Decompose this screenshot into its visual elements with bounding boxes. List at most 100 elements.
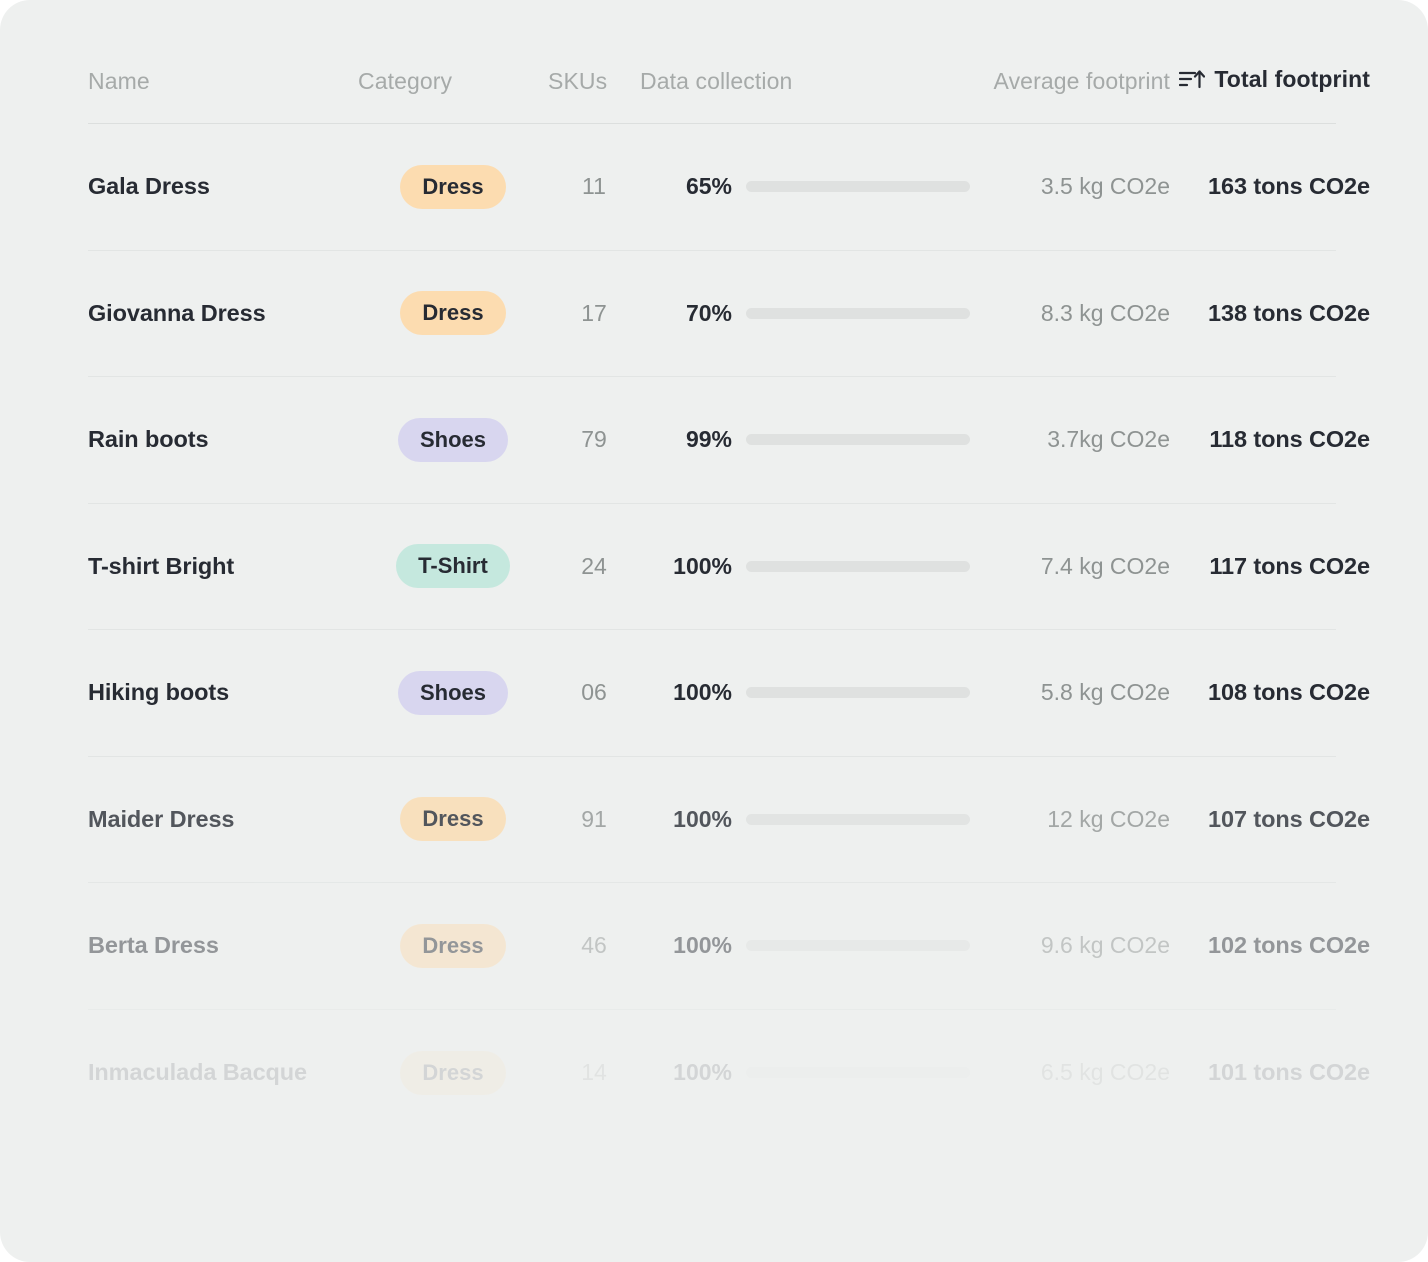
cell-data-collection: 100% [640, 1059, 970, 1086]
category-badge: T-Shirt [396, 544, 510, 589]
cell-total-footprint: 102 tons CO2e [1170, 932, 1370, 959]
cell-skus: 11 [548, 173, 640, 200]
cell-name: Berta Dress [88, 932, 358, 959]
cell-category: Dress [358, 1050, 548, 1095]
cell-data-collection: 100% [640, 679, 970, 706]
cell-category: Dress [358, 797, 548, 842]
product-name: Gala Dress [88, 173, 210, 200]
cell-skus: 91 [548, 806, 640, 833]
table-row[interactable]: Hiking boots Shoes 06 100% 5.8 kg CO2e 108 to… [88, 630, 1370, 757]
cell-category: Dress [358, 923, 548, 968]
table-body: Gala Dress Dress 11 65% 3.5 kg CO2e 163 tons … [88, 124, 1370, 1137]
cell-total-footprint: 117 tons CO2e [1170, 553, 1370, 580]
table-row[interactable]: Gala Dress Dress 11 65% 3.5 kg CO2e 163 tons … [88, 124, 1370, 251]
product-name: Rain boots [88, 426, 209, 453]
data-collection-progress-track [746, 434, 970, 446]
cell-total-footprint: 101 tons CO2e [1170, 1059, 1370, 1086]
average-footprint-value: 6.5 kg CO2e [1040, 1059, 1170, 1086]
category-badge: Shoes [397, 670, 509, 715]
cell-data-collection: 99% [640, 426, 970, 453]
cell-category: Dress [358, 291, 548, 336]
average-footprint-value: 5.8 kg CO2e [1040, 679, 1170, 706]
column-header-average-footprint-label: Average footprint [993, 68, 1170, 94]
category-badge: Dress [400, 164, 506, 209]
category-badge: Dress [400, 1050, 506, 1095]
column-header-category[interactable]: Category [358, 68, 548, 95]
cell-total-footprint: 108 tons CO2e [1170, 679, 1370, 706]
average-footprint-value: 12 kg CO2e [1047, 805, 1170, 832]
data-collection-percent: 65% [685, 173, 732, 200]
cell-name: T-shirt Bright [88, 553, 358, 580]
average-footprint-value: 3.7kg CO2e [1047, 426, 1170, 453]
cell-name: Giovanna Dress [88, 300, 358, 327]
product-name: Hiking boots [88, 679, 230, 706]
average-footprint-value: 8.3 kg CO2e [1040, 299, 1170, 326]
total-footprint-value: 101 tons CO2e [1208, 1059, 1370, 1086]
table-row[interactable]: T-shirt Bright T-Shirt 24 100% 7.4 kg CO2e 11… [88, 504, 1370, 630]
column-header-skus-label: SKUs [548, 68, 608, 94]
cell-data-collection: 100% [640, 932, 970, 959]
skus-count: 79 [581, 426, 607, 453]
data-collection-percent: 99% [685, 426, 732, 453]
table-row[interactable]: Maider Dress Dress 91 100% 12 kg CO2e 107 ton… [88, 757, 1370, 883]
total-footprint-value: 107 tons CO2e [1208, 805, 1370, 832]
average-footprint-value: 9.6 kg CO2e [1040, 932, 1170, 959]
cell-skus: 79 [548, 426, 640, 453]
cell-category: T-Shirt [358, 544, 548, 589]
cell-average-footprint: 8.3 kg CO2e [970, 300, 1170, 327]
data-collection-percent: 70% [685, 299, 732, 326]
category-badge: Dress [400, 797, 506, 842]
cell-data-collection: 100% [640, 806, 970, 833]
sort-ascending-icon [1179, 68, 1206, 90]
data-collection-percent: 100% [673, 805, 732, 832]
table-row[interactable]: Rain boots Shoes 79 99% 3.7kg CO2e 118 tons C… [88, 377, 1370, 504]
skus-count: 91 [581, 805, 607, 832]
column-header-total-footprint-sorted: Total footprint [1170, 66, 1370, 93]
average-footprint-value: 7.4 kg CO2e [1040, 552, 1170, 579]
column-header-average-footprint[interactable]: Average footprint [970, 68, 1170, 95]
cell-data-collection: 100% [640, 553, 970, 580]
cell-average-footprint: 9.6 kg CO2e [970, 932, 1170, 959]
column-header-data-collection-label: Data collection [640, 68, 793, 94]
category-badge: Dress [400, 291, 506, 336]
total-footprint-value: 163 tons CO2e [1208, 173, 1370, 200]
table-header-row: Name Category SKUs Data collection Avera… [88, 0, 1370, 124]
cell-name: Inmaculada Bacque [88, 1059, 358, 1086]
total-footprint-value: 138 tons CO2e [1208, 299, 1370, 326]
product-name: Inmaculada Bacque [88, 1059, 308, 1086]
table-row[interactable]: Berta Dress Dress 46 100% 9.6 kg CO2e 102 ton… [88, 883, 1370, 1010]
column-header-skus[interactable]: SKUs [548, 68, 640, 95]
products-footprint-table: Name Category SKUs Data collection Avera… [88, 0, 1370, 1137]
cell-average-footprint: 6.5 kg CO2e [970, 1059, 1170, 1086]
skus-count: 11 [582, 173, 606, 200]
cell-average-footprint: 3.5 kg CO2e [970, 173, 1170, 200]
cell-category: Dress [358, 164, 548, 209]
column-header-total-footprint[interactable]: Total footprint [1170, 66, 1370, 96]
cell-average-footprint: 12 kg CO2e [970, 806, 1170, 833]
column-header-name[interactable]: Name [88, 68, 358, 95]
data-collection-percent: 100% [673, 932, 732, 959]
cell-total-footprint: 163 tons CO2e [1170, 173, 1370, 200]
data-collection-progress-track [746, 181, 970, 193]
data-collection-progress-track [746, 687, 970, 699]
table-row[interactable]: Giovanna Dress Dress 17 70% 8.3 kg CO2e 138 t… [88, 251, 1370, 377]
skus-count: 24 [581, 552, 607, 579]
cell-average-footprint: 7.4 kg CO2e [970, 553, 1170, 580]
cell-category: Shoes [358, 417, 548, 462]
total-footprint-value: 108 tons CO2e [1208, 679, 1370, 706]
column-header-name-label: Name [88, 68, 150, 94]
cell-skus: 46 [548, 932, 640, 959]
column-header-data-collection[interactable]: Data collection [640, 68, 970, 95]
skus-count: 14 [581, 1059, 607, 1086]
skus-count: 06 [581, 679, 607, 706]
cell-name: Rain boots [88, 426, 358, 453]
footprint-table-panel: Name Category SKUs Data collection Avera… [0, 0, 1428, 1262]
cell-skus: 14 [548, 1059, 640, 1086]
data-collection-percent: 100% [673, 679, 732, 706]
column-header-category-label: Category [358, 68, 453, 94]
cell-total-footprint: 107 tons CO2e [1170, 806, 1370, 833]
table-row[interactable]: Inmaculada Bacque Dress 14 100% 6.5 kg CO2e 1… [88, 1010, 1370, 1137]
data-collection-progress-track [746, 560, 970, 572]
total-footprint-value: 117 tons CO2e [1209, 552, 1370, 579]
cell-name: Maider Dress [88, 806, 358, 833]
